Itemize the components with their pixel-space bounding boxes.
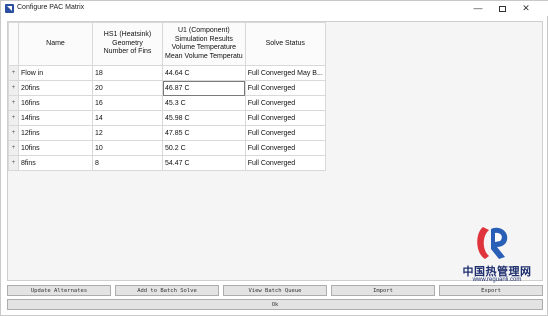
cell-name[interactable]: 12fins [18, 125, 93, 141]
expand-toggle-icon[interactable]: + [8, 80, 19, 96]
header-row: Name HS1 (Heatsink) Geometry Number of F… [8, 22, 326, 66]
cell-number-of-fins[interactable]: 16 [92, 95, 163, 111]
cell-solve-status: Full Converged [244, 80, 326, 96]
expand-toggle-icon[interactable]: + [8, 95, 19, 111]
app-icon [5, 4, 14, 13]
cell-name[interactable]: Flow in [18, 65, 93, 81]
cell-solve-status: Full Converged [244, 95, 326, 111]
close-button[interactable]: ✕ [515, 1, 537, 16]
maximize-icon [498, 5, 506, 12]
column-header-solve-status[interactable]: Solve Status [244, 22, 326, 66]
header-line: Volume Temperature [171, 44, 237, 51]
maximize-button[interactable] [491, 1, 513, 16]
cell-number-of-fins[interactable]: 20 [92, 80, 163, 96]
table-row[interactable]: +10fins 10 50.2 C Full Converged [8, 140, 326, 156]
expand-toggle-icon[interactable]: + [8, 65, 19, 81]
minimize-button[interactable]: — [467, 1, 489, 16]
cell-solve-status: Full Converged [244, 140, 326, 156]
cell-name[interactable]: 16fins [18, 95, 93, 111]
expand-toggle-icon[interactable]: + [8, 140, 19, 156]
cell-solve-status: Full Converged [244, 125, 326, 141]
cell-name[interactable]: 20fins [18, 80, 93, 96]
cell-number-of-fins[interactable]: 10 [92, 140, 163, 156]
table-row[interactable]: +20fins 20 46.87 C Full Converged [8, 80, 326, 96]
header-line: Mean Volume Temperatu [165, 52, 243, 60]
cell-volume-temperature[interactable]: 47.85 C [162, 125, 246, 141]
watermark: 中国热管理网 www.reguanli.com [447, 223, 547, 293]
table-row[interactable]: +12fins 12 47.85 C Full Converged [8, 125, 326, 141]
cell-solve-status: Full Converged [244, 155, 326, 171]
expand-toggle-icon[interactable]: + [8, 155, 19, 171]
column-header-hs1-fins[interactable]: HS1 (Heatsink) Geometry Number of Fins [92, 22, 163, 66]
cell-number-of-fins[interactable]: 14 [92, 110, 163, 126]
add-to-batch-solve-button[interactable]: Add to Batch Solve [115, 285, 219, 296]
import-button[interactable]: Import [331, 285, 435, 296]
matrix-body: + Flow in 18 44.64 C Full Converged May B...… [8, 65, 326, 171]
table-row[interactable]: +14fins 14 45.98 C Full Converged [8, 110, 326, 126]
cell-volume-temperature[interactable]: 45.98 C [162, 110, 246, 126]
cell-number-of-fins[interactable]: 12 [92, 125, 163, 141]
update-alternates-button[interactable]: Update Alternates [7, 285, 111, 296]
cell-volume-temperature[interactable]: 45.3 C [162, 95, 246, 111]
header-line: Geometry [112, 39, 143, 47]
header-line: Number of Fins [103, 48, 152, 56]
header-line: Simulation Results [174, 35, 233, 43]
cell-volume-temperature[interactable]: 54.47 C [162, 155, 246, 171]
view-batch-queue-button[interactable]: View Batch Queue [223, 285, 327, 296]
cell-name[interactable]: 8fins [18, 155, 93, 171]
column-header-u1-temperature[interactable]: U1 (Component) Simulation Results Volume… [162, 22, 246, 66]
corner-cell [8, 22, 19, 66]
cell-solve-status: Full Converged [244, 110, 326, 126]
cell-solve-status: Full Converged May B... [244, 65, 326, 81]
cell-name[interactable]: 10fins [18, 140, 93, 156]
cell-name[interactable]: 14fins [18, 110, 93, 126]
table-row[interactable]: + Flow in 18 44.64 C Full Converged May B... [8, 65, 326, 81]
configure-pac-matrix-window: Configure PAC Matrix — ✕ Name HS1 (Heats… [0, 0, 548, 316]
header-line: HS1 (Heatsink) [103, 31, 152, 39]
expand-toggle-icon[interactable]: + [8, 125, 19, 141]
cell-volume-temperature[interactable]: 50.2 C [162, 140, 246, 156]
cell-volume-temperature[interactable]: 44.64 C [162, 65, 246, 81]
reguanli-logo-icon [477, 227, 508, 259]
header-line: U1 (Component) [177, 27, 230, 34]
pac-matrix-table: Name HS1 (Heatsink) Geometry Number of F… [8, 22, 326, 171]
expand-toggle-icon[interactable]: + [8, 110, 19, 126]
title-bar: Configure PAC Matrix — ✕ [1, 1, 548, 16]
watermark-site-url: www.reguanli.com [472, 277, 522, 283]
column-header-name[interactable]: Name [18, 22, 93, 66]
ok-button[interactable]: Ok [7, 299, 543, 310]
cell-volume-temperature[interactable]: 46.87 C [162, 80, 246, 96]
table-row[interactable]: +16fins 16 45.3 C Full Converged [8, 95, 326, 111]
cell-number-of-fins[interactable]: 8 [92, 155, 163, 171]
table-row[interactable]: +8fins 8 54.47 C Full Converged [8, 155, 326, 171]
cell-number-of-fins[interactable]: 18 [92, 65, 163, 81]
window-title: Configure PAC Matrix [17, 4, 85, 11]
